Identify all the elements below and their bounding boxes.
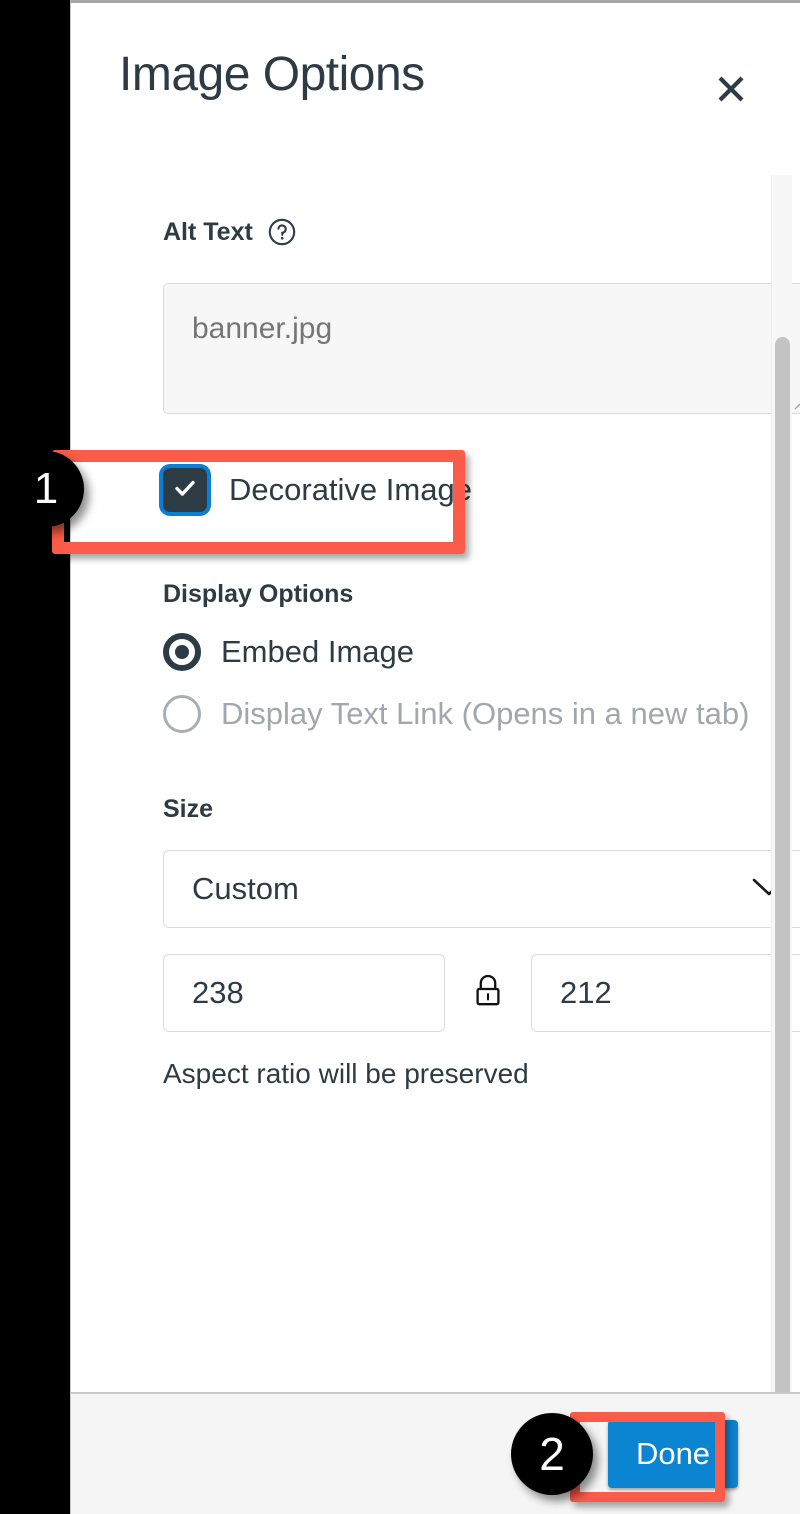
radio-display-text-link[interactable]: Display Text Link (Opens in a new tab) [163,695,749,733]
tray-header: Image Options [71,3,800,175]
radio-display-text-link-label: Display Text Link (Opens in a new tab) [221,696,750,731]
close-button[interactable] [707,65,755,113]
dimensions-row [163,954,800,1032]
size-heading: Size [163,795,214,823]
radio-embed-image[interactable]: Embed Image [163,633,745,671]
vertical-scrollbar-thumb[interactable] [775,337,790,1392]
size-select[interactable]: Custom [163,850,800,928]
decorative-image-label: Decorative Image [229,472,472,507]
lock-closed-icon [471,971,505,1016]
display-options-heading: Display Options [163,580,354,608]
radio-embed-image-label: Embed Image [221,634,414,669]
size-select-value: Custom [192,871,299,906]
radio-embed-image-indicator [163,633,201,671]
radio-dot [175,645,189,659]
alt-text-label-row: Alt Text [163,217,745,247]
height-input[interactable] [531,954,800,1032]
vertical-scrollbar-track[interactable] [771,175,792,1392]
radio-display-text-link-indicator [163,695,201,733]
decorative-image-checkbox-row[interactable]: Decorative Image [163,460,745,520]
page-title: Image Options [119,48,425,101]
width-input[interactable] [163,954,445,1032]
close-icon [716,74,746,104]
display-options-label: Display Options [163,580,745,609]
done-button[interactable]: Done [608,1420,738,1488]
tray-body-scroll-region: Alt Text banner.jpg Decorative Image Dis… [71,175,800,1392]
image-options-tray: Image Options Alt Text banner.jpg Decora… [70,0,800,1514]
alt-text-input[interactable] [163,283,800,414]
tray-footer: Done [71,1392,800,1514]
help-circle-icon[interactable] [267,217,297,247]
check-icon [171,474,199,507]
alt-text-label: Alt Text [163,217,253,246]
decorative-image-checkbox[interactable] [163,468,207,512]
aspect-ratio-note: Aspect ratio will be preserved [163,1058,529,1089]
size-label: Size [163,795,745,824]
aspect-lock-toggle[interactable] [445,971,531,1016]
